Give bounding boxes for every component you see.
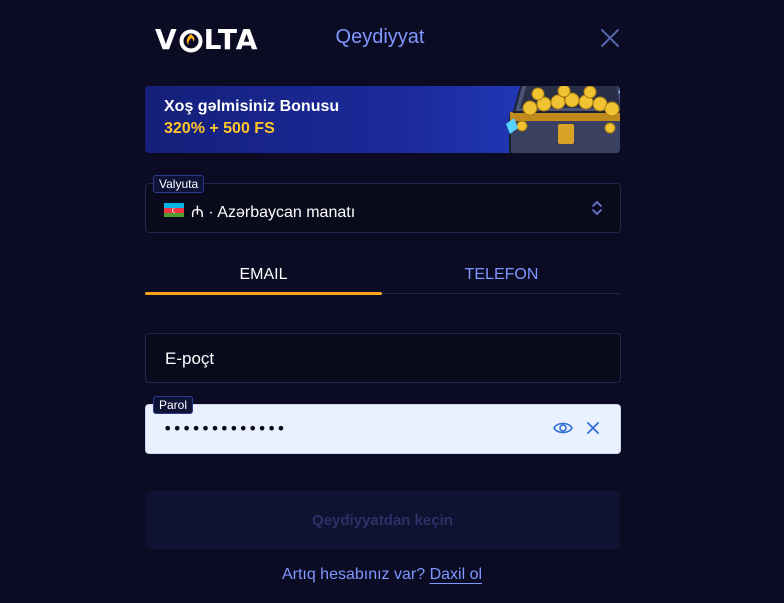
azerbaijan-flag-icon xyxy=(164,203,184,217)
password-field: Parol ••••••••••••• xyxy=(145,396,621,454)
logo-text-prefix: V xyxy=(155,22,178,56)
login-link[interactable]: Daxil ol xyxy=(430,566,482,583)
register-button[interactable]: Qeydiyyatdan keçin xyxy=(145,491,620,549)
banner-bonus: 320% + 500 FS xyxy=(164,120,275,137)
tab-phone[interactable]: TELEFON xyxy=(383,266,620,284)
currency-select[interactable]: Valyuta ₼ · Azərbaycan manatı xyxy=(145,175,621,233)
tab-email[interactable]: EMAIL xyxy=(145,266,382,284)
volta-logo: V LTA xyxy=(155,22,258,56)
eye-icon xyxy=(553,422,573,434)
flame-icon xyxy=(179,26,203,53)
password-input[interactable]: ••••••••••••• xyxy=(163,419,533,441)
active-tab-indicator xyxy=(145,292,382,295)
banner-title: Xoş gəlmisiniz Bonusu xyxy=(164,98,340,115)
email-field xyxy=(145,333,621,383)
welcome-bonus-banner[interactable]: Xoş gəlmisiniz Bonusu 320% + 500 FS xyxy=(145,86,620,153)
page-title: Qeydiyyat xyxy=(335,26,425,48)
email-input[interactable] xyxy=(163,346,597,372)
currency-value: ₼ · Azərbaycan manatı xyxy=(191,204,356,221)
close-button[interactable] xyxy=(598,26,622,50)
clear-password-button[interactable] xyxy=(586,421,600,440)
currency-label: Valyuta xyxy=(153,175,205,193)
clear-icon xyxy=(587,422,599,434)
show-password-button[interactable] xyxy=(553,420,573,441)
close-icon xyxy=(601,29,619,47)
login-prompt: Artıq hesabınız var? Daxil ol xyxy=(0,566,764,584)
login-question: Artıq hesabınız var? xyxy=(281,566,426,583)
password-label: Parol xyxy=(153,396,194,414)
logo-text-suffix: LTA xyxy=(203,22,259,56)
chevron-updown-icon xyxy=(592,201,602,215)
treasure-chest-icon xyxy=(506,86,620,153)
auth-method-tabs: EMAIL TELEFON xyxy=(145,262,620,295)
